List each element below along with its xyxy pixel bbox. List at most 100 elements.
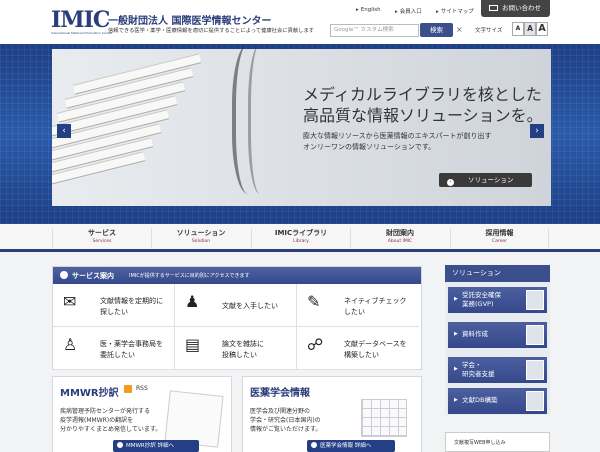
english-link[interactable]: ▸ English <box>356 7 381 13</box>
solution-sidebar-title: ソリューション <box>445 265 550 282</box>
pen-check-icon: ✎ <box>307 292 321 311</box>
solution-label-line2: 研究者支援 <box>462 370 495 378</box>
solution-label-line1: 受託安全確保 <box>462 291 501 299</box>
hero-title-line2: 高品質な情報ソリューションを。 <box>303 106 543 125</box>
service-item-society-secretariat[interactable]: ♙ 医・薬学会事務局を 委託したい <box>53 327 175 370</box>
calendar-image <box>361 399 407 437</box>
nav-label: 採用情報 <box>485 229 514 237</box>
solution-thumbnail <box>526 290 544 310</box>
solution-thumbnail <box>526 391 544 411</box>
service-label-line1: ネイティブチェック <box>344 297 407 305</box>
service-item-database-build[interactable]: ☍ 文献データベースを 構築したい <box>297 327 419 370</box>
lectern-icon: ♙ <box>63 335 78 354</box>
nav-sublabel: Library <box>293 239 309 244</box>
solution-label-line1: 資料作成 <box>462 330 488 338</box>
nav-label: サービス <box>88 229 116 237</box>
conference-detail-button[interactable]: 医薬学会情報 詳細へ <box>307 440 395 452</box>
service-label-line2: 委託したい <box>100 351 135 359</box>
service-item-literature-alert[interactable]: ✉ 文献情報を定期的に 探したい <box>53 284 175 327</box>
nav-sublabel: Career <box>491 239 508 244</box>
conference-text-line2: 学会・研究会(日本国内)の <box>250 417 321 424</box>
conference-detail-label: 医薬学会情報 詳細へ <box>320 443 372 449</box>
hero-desc-line1: 膨大な情報リソースから医薬情報のエキスパートが創り出す <box>303 132 492 140</box>
nav-label: 財団案内 <box>386 229 414 237</box>
member-login-link[interactable]: ▸ 会員入口 <box>395 7 422 15</box>
mmwr-text-line1: 疾病管理予防センターが発行する <box>60 408 151 415</box>
font-size-label: 文字サイズ <box>475 28 503 34</box>
contact-button[interactable]: お問い合わせ <box>481 0 550 17</box>
arrow-circle-icon <box>60 271 68 279</box>
literature-copy-banner[interactable]: 文献複写WEB申し込み <box>445 432 550 452</box>
nav-sublabel: Solution <box>191 239 211 244</box>
logo-mark: IMIC <box>51 7 110 33</box>
service-item-journal-submission[interactable]: ▤ 論文を雑誌に 投稿したい <box>175 327 297 370</box>
services-panel: サービス案内 IMICが提供するサービスに目的別にアクセスできます ✉ 文献情報… <box>52 266 422 370</box>
page: IMIC International Medical Information C… <box>0 0 600 452</box>
service-label-line2: 構築したい <box>344 351 379 359</box>
clipboard-icon: ▤ <box>185 335 201 354</box>
service-item-get-literature[interactable]: ♟ 文献を入手したい <box>175 284 297 327</box>
service-label-line1: 文献データベースを <box>344 340 407 348</box>
nav-item-career[interactable]: 採用情報 Career <box>450 228 549 248</box>
solution-thumbnail <box>526 360 544 380</box>
search-input[interactable]: Google™ カスタム検索 <box>330 24 419 37</box>
clear-icon[interactable]: × <box>456 25 463 34</box>
service-label-line2: 探したい <box>100 308 128 316</box>
rss-icon[interactable] <box>124 385 132 393</box>
service-label-line1: 論文を雑誌に <box>222 340 264 348</box>
font-size-medium-button[interactable]: A <box>524 22 536 36</box>
service-label: 論文を雑誌に 投稿したい <box>222 339 264 361</box>
arrow-right-icon: ▸ <box>436 9 439 15</box>
database-hands-icon: ☍ <box>307 335 324 354</box>
service-label: 文献データベースを 構築したい <box>344 339 407 361</box>
solution-button[interactable]: › ソリューション <box>439 173 532 187</box>
solution-sidebar: ソリューション ▶ 受託安全確保 業務(GVP) ▶ 資料作成 ▶ 学会・ 研究… <box>445 265 550 415</box>
conference-text-line3: 情報がご覧いただけます。 <box>250 426 322 433</box>
nav-item-solution[interactable]: ソリューション Solution <box>151 228 250 248</box>
service-label: ネイティブチェック したい <box>344 296 406 318</box>
mail-arrow-icon: ✉ <box>63 292 77 311</box>
member-login-label: 会員入口 <box>399 9 422 15</box>
arrow-right-icon: ▸ <box>395 9 398 15</box>
solution-button-label: ソリューション <box>468 176 514 184</box>
next-slide-icon[interactable]: › <box>530 124 544 138</box>
search-button[interactable]: 検索 <box>420 23 453 37</box>
solution-item-researcher-support[interactable]: ▶ 学会・ 研究者支援 <box>448 357 547 383</box>
hero-desc-line2: オンリーワンの情報ソリューションです。 <box>303 143 436 151</box>
solution-label-line2: 業務(GVP) <box>462 300 494 308</box>
imic-logo[interactable]: IMIC International Medical Information C… <box>51 9 112 35</box>
service-label-line2: したい <box>344 308 365 316</box>
rss-label[interactable]: RSS <box>136 385 148 392</box>
solution-item-documents[interactable]: ▶ 資料作成 <box>448 322 547 348</box>
arrow-right-icon: ▶ <box>454 296 458 302</box>
arrow-right-icon: ▶ <box>454 331 458 337</box>
english-link-label: English <box>360 7 381 13</box>
font-size-small-button[interactable]: A <box>512 22 524 36</box>
solution-item-literature-db[interactable]: ▶ 文献DB構築 <box>448 388 547 414</box>
sitemap-link[interactable]: ▸ サイトマップ <box>436 7 474 15</box>
arrow-right-icon <box>117 442 123 448</box>
service-item-native-check[interactable]: ✎ ネイティブチェック したい <box>297 284 419 327</box>
nav-label: ソリューション <box>176 229 226 237</box>
solution-label-line1: 文献DB構築 <box>462 396 498 404</box>
nav-item-library[interactable]: IMICライブラリ Library <box>251 228 350 248</box>
nav-label: IMICライブラリ <box>274 229 328 237</box>
solution-item-gvp[interactable]: ▶ 受託安全確保 業務(GVP) <box>448 287 547 313</box>
solution-thumbnail <box>526 325 544 345</box>
prev-slide-icon[interactable]: ‹ <box>57 124 71 138</box>
font-size-large-button[interactable]: A <box>536 22 548 36</box>
nav-item-about[interactable]: 財団案内 About IMIC <box>350 228 449 248</box>
service-label-line2: 投稿したい <box>222 351 257 359</box>
nav-item-services[interactable]: サービス Services <box>52 228 151 248</box>
site-header: IMIC International Medical Information C… <box>0 0 600 44</box>
service-label-line1: 医・薬学会事務局を <box>100 340 163 348</box>
stethoscope-image <box>248 49 278 194</box>
slide-indicator <box>282 214 322 229</box>
global-nav: サービス Services ソリューション Solution IMICライブラリ Li… <box>0 224 600 252</box>
mmwr-detail-label: MMWR抄訳 詳細へ <box>126 443 174 449</box>
conference-text-line1: 医学会及び関連分野の <box>250 408 311 415</box>
mmwr-detail-button[interactable]: MMWR抄訳 詳細へ <box>113 440 199 452</box>
org-tagline: 信頼できる医学・薬学・医療情報を適切に提供することによって健康社会に貢献します <box>108 28 315 34</box>
mail-icon <box>489 5 498 11</box>
service-label-line1: 文献を入手したい <box>222 302 278 310</box>
